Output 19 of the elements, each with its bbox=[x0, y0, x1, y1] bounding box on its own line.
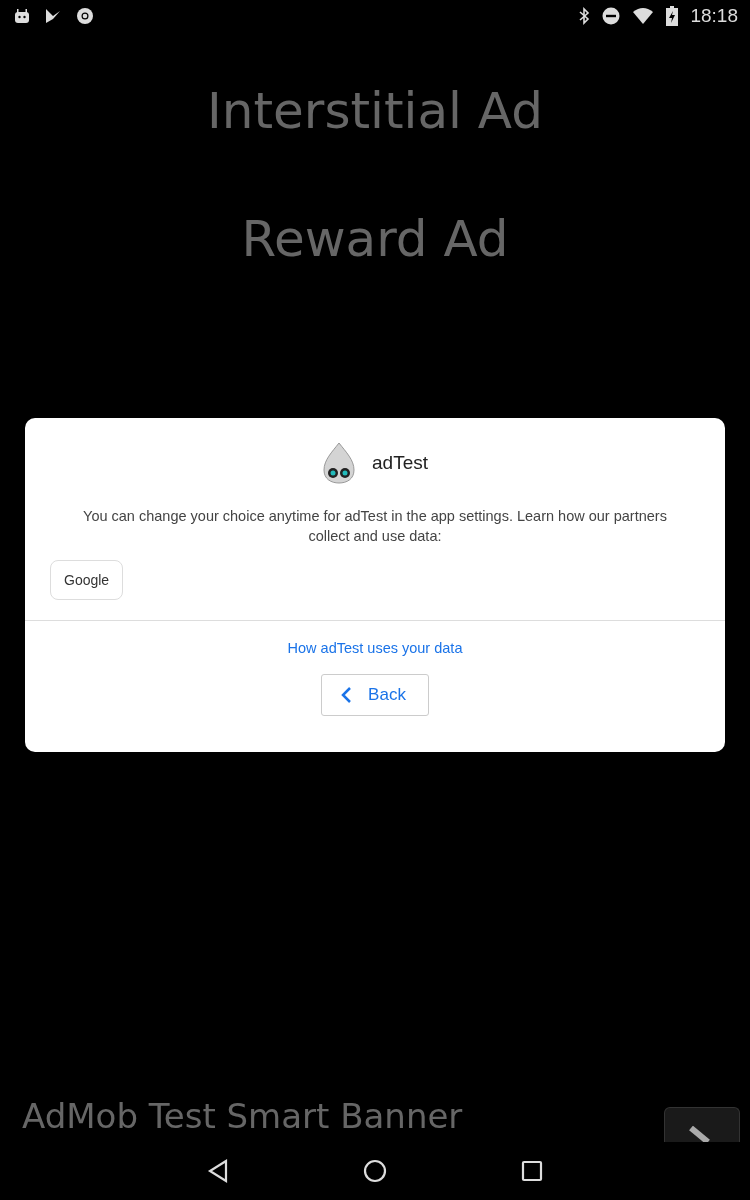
battery-icon bbox=[666, 6, 679, 26]
banner-close-button[interactable] bbox=[664, 1107, 740, 1142]
home-icon[interactable] bbox=[363, 1159, 387, 1183]
clock-time: 18:18 bbox=[690, 5, 738, 27]
do-not-disturb-icon bbox=[602, 7, 621, 25]
partner-button[interactable]: Google bbox=[50, 560, 124, 600]
app-name: adTest bbox=[372, 452, 428, 474]
banner-text: AdMob Test Smart Banner bbox=[22, 1095, 463, 1138]
bluetooth-icon bbox=[578, 7, 591, 25]
menu-item[interactable]: Interstitial Ad bbox=[207, 72, 543, 150]
menu-item[interactable]: Reward Ad bbox=[241, 200, 509, 278]
consent-message: You can change your choice anytime for adTest in the app settings. Learn how our partners collect and use data: bbox=[82, 507, 668, 546]
app-logo-icon bbox=[322, 442, 356, 484]
back-button[interactable]: Back bbox=[321, 674, 429, 716]
wifi-icon bbox=[632, 7, 655, 25]
chevron-left-icon bbox=[340, 686, 353, 704]
back-icon[interactable] bbox=[207, 1159, 229, 1183]
recents-icon[interactable] bbox=[521, 1160, 543, 1182]
data-usage-link[interactable]: How adTest uses your data bbox=[287, 640, 463, 656]
